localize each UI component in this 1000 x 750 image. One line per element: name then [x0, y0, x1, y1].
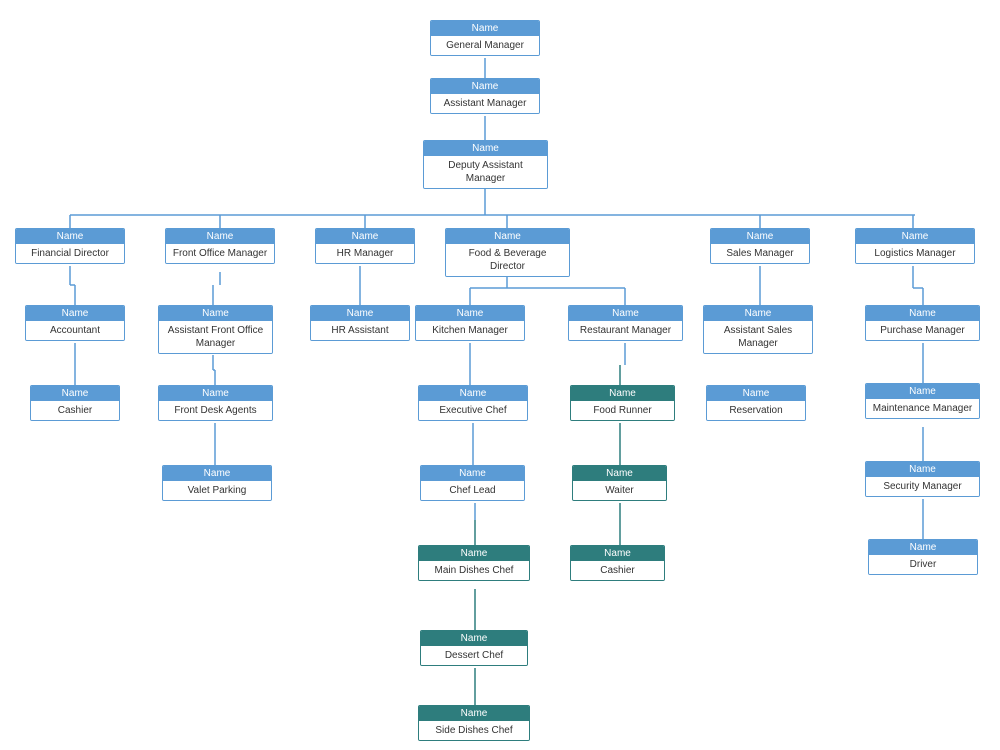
maintenance-manager-node: Name Maintenance Manager	[865, 383, 980, 419]
assistant-manager-node: Name Assistant Manager	[430, 78, 540, 114]
purchase-manager-node: Name Purchase Manager	[865, 305, 980, 341]
cashier-fin-node: Name Cashier	[30, 385, 120, 421]
asst-sales-manager-node: Name Assistant Sales Manager	[703, 305, 813, 354]
sales-manager-node: Name Sales Manager	[710, 228, 810, 264]
food-beverage-director-node: Name Food & Beverage Director	[445, 228, 570, 277]
asst-front-office-node: Name Assistant Front Office Manager	[158, 305, 273, 354]
restaurant-manager-node: Name Restaurant Manager	[568, 305, 683, 341]
hr-assistant-node: Name HR Assistant	[310, 305, 410, 341]
cashier-rest-node: Name Cashier	[570, 545, 665, 581]
assistant-manager-label: Name	[431, 79, 539, 94]
driver-node: Name Driver	[868, 539, 978, 575]
main-dishes-chef-node: Name Main Dishes Chef	[418, 545, 530, 581]
hr-manager-node: Name HR Manager	[315, 228, 415, 264]
general-manager-title: General Manager	[431, 36, 539, 55]
chef-lead-node: Name Chef Lead	[420, 465, 525, 501]
valet-parking-node: Name Valet Parking	[162, 465, 272, 501]
general-manager-node: Name General Manager	[430, 20, 540, 56]
deputy-assistant-node: Name Deputy Assistant Manager	[423, 140, 548, 189]
org-chart: Name General Manager Name Assistant Mana…	[10, 10, 990, 740]
deputy-assistant-title: Deputy Assistant Manager	[424, 156, 547, 188]
kitchen-manager-node: Name Kitchen Manager	[415, 305, 525, 341]
side-dishes-chef-node: Name Side Dishes Chef	[418, 705, 530, 741]
financial-director-node: Name Financial Director	[15, 228, 125, 264]
executive-chef-node: Name Executive Chef	[418, 385, 528, 421]
deputy-assistant-label: Name	[424, 141, 547, 156]
waiter-node: Name Waiter	[572, 465, 667, 501]
reservation-node: Name Reservation	[706, 385, 806, 421]
front-desk-agents-node: Name Front Desk Agents	[158, 385, 273, 421]
general-manager-label: Name	[431, 21, 539, 36]
assistant-manager-title: Assistant Manager	[431, 94, 539, 113]
dessert-chef-node: Name Dessert Chef	[420, 630, 528, 666]
front-office-manager-node: Name Front Office Manager	[165, 228, 275, 264]
food-runner-node: Name Food Runner	[570, 385, 675, 421]
logistics-manager-node: Name Logistics Manager	[855, 228, 975, 264]
security-manager-node: Name Security Manager	[865, 461, 980, 497]
accountant-node: Name Accountant	[25, 305, 125, 341]
